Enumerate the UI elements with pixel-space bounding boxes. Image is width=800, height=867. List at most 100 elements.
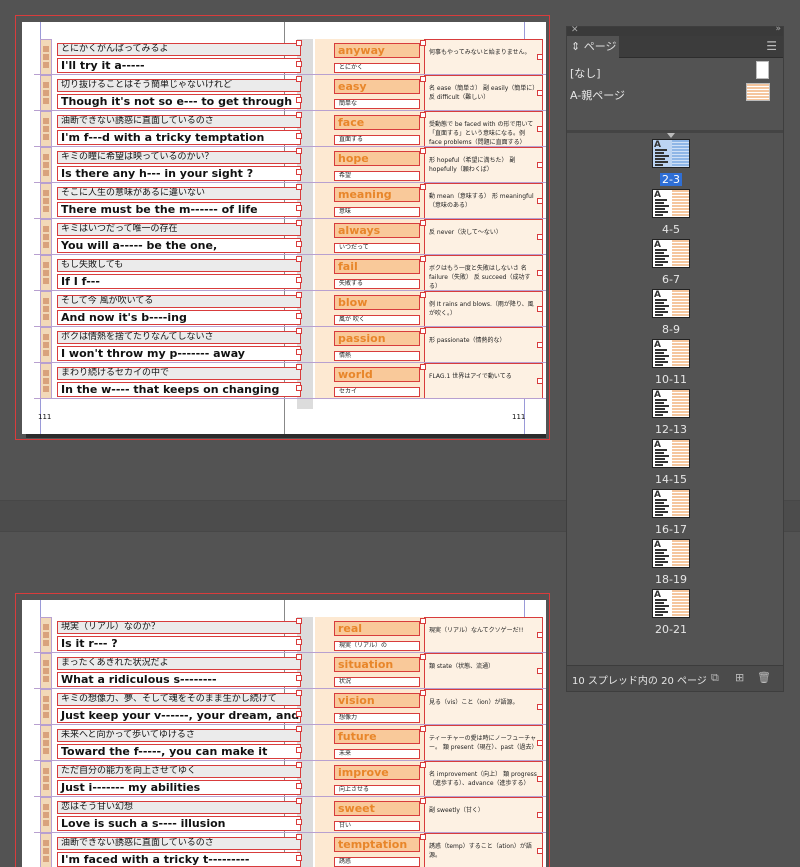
frame-handle[interactable] bbox=[420, 184, 426, 190]
frame-handle[interactable] bbox=[537, 162, 543, 168]
frame-handle[interactable] bbox=[296, 726, 302, 732]
frame-handle[interactable] bbox=[296, 220, 302, 226]
english-lyric-frame[interactable]: There must be the m------ of life bbox=[57, 202, 301, 217]
japanese-lyric-frame[interactable]: キミの想像力、夢、そして魂をそのまま生かし続けて bbox=[57, 693, 301, 706]
frame-handle[interactable] bbox=[420, 112, 426, 118]
vocab-meaning-frame[interactable]: セカイ bbox=[334, 387, 420, 397]
english-lyric-frame[interactable]: Though it's not so e--- to get through bbox=[57, 94, 301, 109]
japanese-lyric-frame[interactable]: もし失敗しても bbox=[57, 259, 301, 272]
frame-handle[interactable] bbox=[296, 783, 302, 789]
vocab-meaning-frame[interactable]: 向上させる bbox=[334, 785, 420, 795]
japanese-lyric-frame[interactable]: 恋はそう甘い幻想 bbox=[57, 801, 301, 814]
spread-label[interactable]: 12-13 bbox=[653, 423, 689, 436]
japanese-lyric-frame[interactable]: 未来へと向かって歩いてゆけるさ bbox=[57, 729, 301, 742]
definition-frame[interactable]: ティーチャーの愛は時にノーフューチャー。 類 present（現在）、past（… bbox=[424, 725, 543, 761]
frame-handle[interactable] bbox=[296, 133, 302, 139]
frame-handle[interactable] bbox=[420, 690, 426, 696]
spread-thumb-image[interactable]: A bbox=[652, 339, 690, 368]
japanese-lyric-frame[interactable]: 現実（リアル）なのか？ bbox=[57, 621, 301, 634]
spread-thumb-image[interactable]: A bbox=[652, 589, 690, 618]
frame-handle[interactable] bbox=[296, 747, 302, 753]
frame-handle[interactable] bbox=[420, 654, 426, 660]
frame-handle[interactable] bbox=[537, 306, 543, 312]
spread-thumbnail[interactable]: A 6-7 bbox=[643, 239, 699, 287]
vocab-meaning-frame[interactable]: とにかく bbox=[334, 63, 420, 73]
definition-frame[interactable]: 何事もやってみないと始まりません。 bbox=[424, 39, 543, 75]
frame-handle[interactable] bbox=[420, 726, 426, 732]
definition-frame[interactable]: 反 never（決して～ない） bbox=[424, 219, 543, 255]
definition-frame[interactable]: 類 state（状態、流通） bbox=[424, 653, 543, 689]
frame-handle[interactable] bbox=[296, 385, 302, 391]
vocab-word-frame[interactable]: always bbox=[334, 223, 420, 238]
frame-handle[interactable] bbox=[296, 364, 302, 370]
spread-label[interactable]: 4-5 bbox=[660, 223, 682, 236]
spread-label[interactable]: 8-9 bbox=[660, 323, 682, 336]
vocab-meaning-frame[interactable]: 簡単な bbox=[334, 99, 420, 109]
spread-2-3[interactable]: とにかくがんばってみるよ I'll try it a----- anyway とにかく… bbox=[15, 15, 550, 440]
english-lyric-frame[interactable]: In the w---- that keeps on changing bbox=[57, 382, 301, 397]
frame-handle[interactable] bbox=[420, 364, 426, 370]
frame-handle[interactable] bbox=[537, 740, 543, 746]
vocab-word-frame[interactable]: future bbox=[334, 729, 420, 744]
spread-thumb-image[interactable]: A bbox=[652, 489, 690, 518]
spread-thumb-image[interactable]: A bbox=[652, 239, 690, 268]
frame-handle[interactable] bbox=[537, 90, 543, 96]
pages-panel[interactable]: ✕ » ⇕ ページ ☰ [なし] A-親ページ A 2-3 A 4-5 A 6-7 A 8-9… bbox=[566, 24, 784, 692]
frame-handle[interactable] bbox=[537, 668, 543, 674]
english-lyric-frame[interactable]: What a ridiculous s-------- bbox=[57, 672, 301, 687]
vocab-word-frame[interactable]: meaning bbox=[334, 187, 420, 202]
spread-thumbnail[interactable]: A 4-5 bbox=[643, 189, 699, 237]
frame-handle[interactable] bbox=[296, 819, 302, 825]
frame-handle[interactable] bbox=[296, 639, 302, 645]
vocab-word-frame[interactable]: face bbox=[334, 115, 420, 130]
spread-label[interactable]: 20-21 bbox=[653, 623, 689, 636]
english-lyric-frame[interactable]: You will a----- be the one, bbox=[57, 238, 301, 253]
japanese-lyric-frame[interactable]: 油断できない誘惑に直面しているのさ bbox=[57, 837, 301, 850]
vocab-meaning-frame[interactable]: 直面する bbox=[334, 135, 420, 145]
english-lyric-frame[interactable]: I'm faced with a tricky t--------- bbox=[57, 852, 301, 867]
frame-handle[interactable] bbox=[537, 342, 543, 348]
english-lyric-frame[interactable]: Is there any h--- in your sight ? bbox=[57, 166, 301, 181]
vocab-meaning-frame[interactable]: 意味 bbox=[334, 207, 420, 217]
frame-handle[interactable] bbox=[420, 40, 426, 46]
spread-label[interactable]: 14-15 bbox=[653, 473, 689, 486]
frame-handle[interactable] bbox=[296, 61, 302, 67]
frame-handle[interactable] bbox=[537, 704, 543, 710]
vocab-word-frame[interactable]: hope bbox=[334, 151, 420, 166]
vocab-word-frame[interactable]: improve bbox=[334, 765, 420, 780]
spread-thumbnail[interactable]: A 8-9 bbox=[643, 289, 699, 337]
japanese-lyric-frame[interactable]: とにかくがんばってみるよ bbox=[57, 43, 301, 56]
english-lyric-frame[interactable]: Toward the f-----, you can make it bbox=[57, 744, 301, 759]
frame-handle[interactable] bbox=[296, 256, 302, 262]
spread-thumb-image[interactable]: A bbox=[652, 189, 690, 218]
spread-thumb-image[interactable]: A bbox=[652, 539, 690, 568]
english-lyric-frame[interactable]: And now it's b----ing bbox=[57, 310, 301, 325]
spread-4-5[interactable]: 現実（リアル）なのか？ Is it r--- ? real 現実（リアル）の 現実（リア… bbox=[15, 593, 550, 867]
english-lyric-frame[interactable]: I'll try it a----- bbox=[57, 58, 301, 73]
frame-handle[interactable] bbox=[296, 76, 302, 82]
tab-pages[interactable]: ⇕ ページ bbox=[567, 36, 619, 58]
english-lyric-frame[interactable]: Is it r--- ? bbox=[57, 636, 301, 651]
frame-handle[interactable] bbox=[296, 97, 302, 103]
definition-frame[interactable]: 見る（vis）こと（ion）が語源。 bbox=[424, 689, 543, 725]
vocab-meaning-frame[interactable]: いつだって bbox=[334, 243, 420, 253]
frame-handle[interactable] bbox=[296, 277, 302, 283]
spread-thumbnail[interactable]: A 18-19 bbox=[643, 539, 699, 587]
frame-handle[interactable] bbox=[420, 292, 426, 298]
japanese-lyric-frame[interactable]: キミはいつだって唯一の存在 bbox=[57, 223, 301, 236]
frame-handle[interactable] bbox=[296, 148, 302, 154]
vocab-meaning-frame[interactable]: 希望 bbox=[334, 171, 420, 181]
frame-handle[interactable] bbox=[296, 184, 302, 190]
frame-handle[interactable] bbox=[296, 112, 302, 118]
spread-label[interactable]: 2-3 bbox=[660, 173, 682, 186]
collapse-icon[interactable]: » bbox=[775, 24, 780, 34]
panel-menu-icon[interactable]: ☰ bbox=[766, 39, 777, 53]
vocab-word-frame[interactable]: sweet bbox=[334, 801, 420, 816]
frame-handle[interactable] bbox=[537, 378, 543, 384]
frame-handle[interactable] bbox=[420, 148, 426, 154]
japanese-lyric-frame[interactable]: そして今 風が吹いてる bbox=[57, 295, 301, 308]
frame-handle[interactable] bbox=[296, 711, 302, 717]
definition-frame[interactable]: 現実（リアル）なんてクソゲーだ!! bbox=[424, 617, 543, 653]
english-lyric-frame[interactable]: If I f--- bbox=[57, 274, 301, 289]
vocab-word-frame[interactable]: blow bbox=[334, 295, 420, 310]
